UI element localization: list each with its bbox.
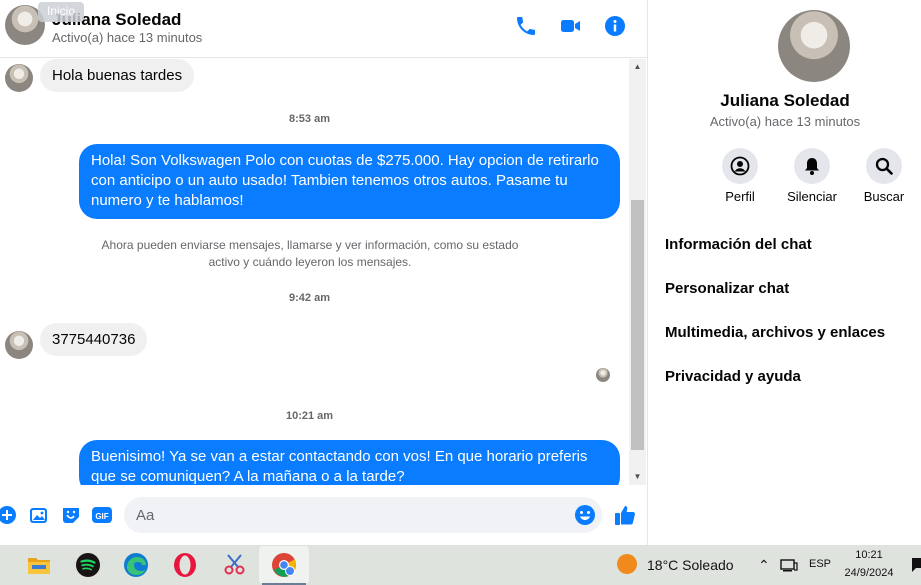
- bell-icon: [805, 158, 819, 175]
- profile-icon-circle[interactable]: [722, 148, 758, 184]
- edge-icon[interactable]: [122, 551, 150, 579]
- plus-icon[interactable]: [0, 505, 17, 525]
- timestamp: 9:42 am: [289, 292, 330, 304]
- incoming-message[interactable]: 3775440736: [40, 323, 148, 356]
- panel-avatar[interactable]: [778, 10, 850, 82]
- contact-avatar-small: [5, 64, 33, 92]
- encryption-notice: Ahora pueden enviarse mensajes, llamarse…: [101, 238, 519, 269]
- timestamp: 8:53 am: [289, 113, 330, 125]
- language-indicator[interactable]: ESP: [809, 558, 831, 570]
- network-icon[interactable]: [780, 557, 798, 573]
- panel-contact-name: Juliana Soledad: [720, 91, 850, 110]
- weather-text[interactable]: 18°C Soleado: [647, 557, 734, 573]
- windows-taskbar: 18°C Soleado ⌃ ESP 10:21 24/9/2024: [0, 545, 921, 585]
- read-receipt-avatar: [596, 368, 610, 382]
- menu-customize-chat[interactable]: Personalizar chat: [665, 280, 789, 297]
- profile-icon: [730, 156, 750, 176]
- message-list[interactable]: Hola buenas tardes 8:53 am Hola! Son Vol…: [0, 59, 629, 485]
- search-icon-circle[interactable]: [866, 148, 902, 184]
- video-icon[interactable]: [559, 14, 583, 38]
- mute-button[interactable]: Silenciar: [777, 148, 847, 204]
- menu-chat-info[interactable]: Información del chat: [665, 236, 812, 253]
- timestamp: 10:21 am: [285, 410, 334, 422]
- notification-icon[interactable]: [911, 557, 921, 573]
- search-label: Buscar: [863, 189, 905, 204]
- chrome-icon[interactable]: [270, 551, 298, 579]
- bell-icon-circle[interactable]: [794, 148, 830, 184]
- opera-icon[interactable]: [171, 551, 199, 579]
- composer-bar: GIF: [0, 485, 647, 545]
- contact-avatar-small: [5, 331, 33, 359]
- gif-icon[interactable]: GIF: [92, 505, 112, 525]
- scroll-thumb[interactable]: [631, 200, 644, 450]
- clock-time[interactable]: 10:21: [840, 549, 898, 561]
- image-icon[interactable]: [29, 505, 49, 525]
- like-icon[interactable]: [613, 503, 637, 527]
- outgoing-message[interactable]: Buenisimo! Ya se van a estar contactando…: [79, 440, 620, 485]
- menu-media-files-links[interactable]: Multimedia, archivos y enlaces: [665, 324, 885, 341]
- messages-scrollbar[interactable]: ▲ ▼: [629, 59, 646, 485]
- file-explorer-icon[interactable]: [25, 551, 53, 579]
- menu-privacy-support[interactable]: Privacidad y ayuda: [665, 368, 801, 385]
- panel-contact-status: Activo(a) hace 13 minutos: [709, 114, 861, 129]
- chevron-up-icon[interactable]: ⌃: [758, 557, 770, 574]
- chat-header: Juliana Soledad Activo(a) hace 13 minuto…: [0, 0, 647, 58]
- conversation-info-panel: Juliana Soledad Activo(a) hace 13 minuto…: [647, 0, 921, 545]
- clock-date[interactable]: 24/9/2024: [840, 567, 898, 579]
- scroll-down-arrow[interactable]: ▼: [629, 469, 646, 485]
- profile-button[interactable]: Perfil: [705, 148, 775, 204]
- emoji-icon[interactable]: [574, 504, 596, 526]
- inicio-tooltip: Inicio: [38, 2, 85, 22]
- sun-icon[interactable]: [617, 554, 637, 574]
- phone-icon[interactable]: [514, 14, 538, 38]
- search-button[interactable]: Buscar: [849, 148, 919, 204]
- profile-label: Perfil: [725, 189, 755, 204]
- search-icon: [875, 157, 893, 175]
- spotify-icon[interactable]: [74, 551, 102, 579]
- incoming-message[interactable]: Hola buenas tardes: [40, 59, 195, 92]
- info-icon[interactable]: [603, 14, 627, 38]
- snipping-tool-icon[interactable]: [221, 551, 249, 579]
- sticker-icon[interactable]: [61, 505, 81, 525]
- contact-status: Activo(a) hace 13 minutos: [52, 30, 203, 45]
- scroll-up-arrow[interactable]: ▲: [629, 59, 646, 75]
- mute-label: Silenciar: [787, 189, 837, 204]
- messenger-window: Juliana Soledad Activo(a) hace 13 minuto…: [0, 0, 921, 545]
- outgoing-message[interactable]: Hola! Son Volkswagen Polo con cuotas de …: [79, 144, 620, 219]
- svg-text:GIF: GIF: [95, 512, 108, 521]
- message-input[interactable]: [124, 497, 602, 533]
